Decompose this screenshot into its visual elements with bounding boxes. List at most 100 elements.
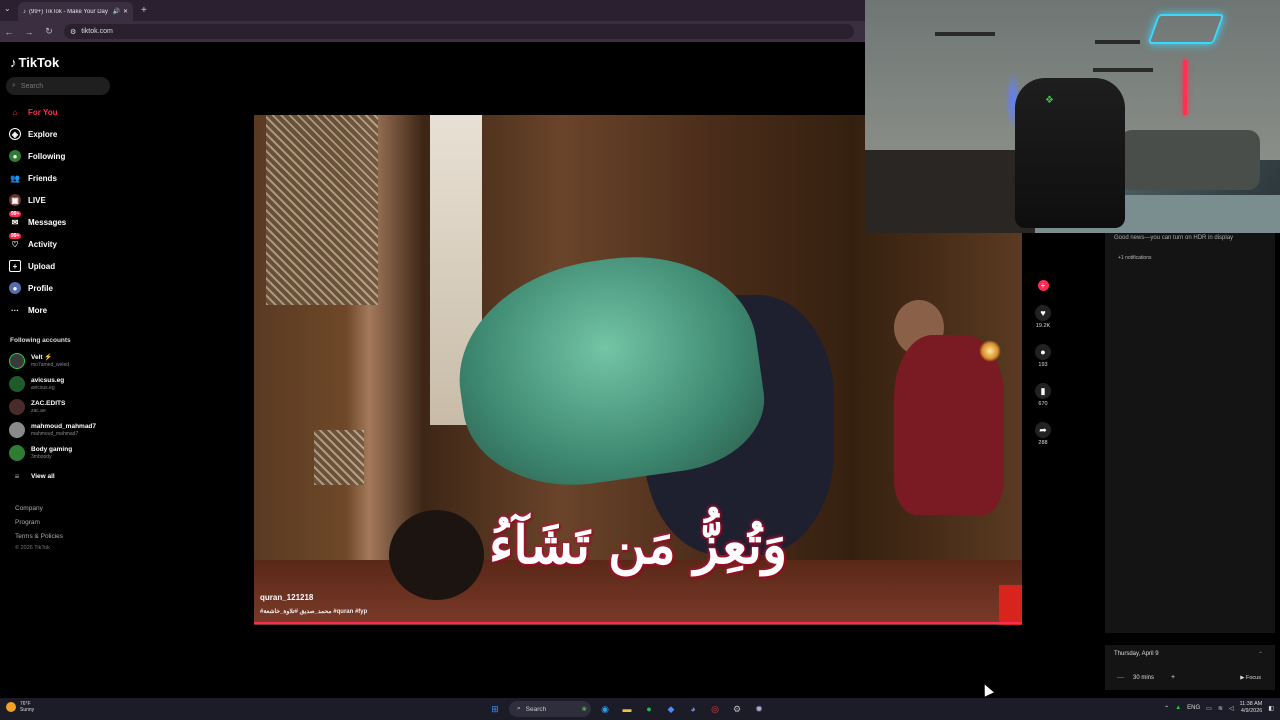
- chrome-icon[interactable]: ◎: [707, 701, 723, 717]
- video-red-object: [999, 585, 1022, 625]
- plus-icon: +: [1037, 280, 1049, 291]
- sidebar-item-label: For You: [28, 107, 58, 117]
- mouse-cursor-icon: [980, 682, 994, 697]
- video-second-person: [894, 335, 1004, 515]
- language-indicator[interactable]: ENG: [1187, 705, 1200, 711]
- sidebar-item-following[interactable]: ● Following: [9, 150, 65, 162]
- share-button[interactable]: ➦ 288: [1030, 422, 1056, 446]
- search-input[interactable]: ⌕ Search: [6, 77, 110, 95]
- comment-button[interactable]: ● 193: [1030, 344, 1056, 368]
- heart-icon: ♥: [1035, 305, 1051, 321]
- search-highlight-icon: ❀: [581, 706, 587, 713]
- sidebar-item-label: LIVE: [28, 195, 46, 205]
- account-name: avicsus.eg: [31, 377, 65, 384]
- nvidia-icon[interactable]: ▲: [1175, 705, 1181, 711]
- webcam-shelf: [935, 32, 995, 36]
- following-account[interactable]: avicsus.eg avicsus.eg: [9, 376, 64, 392]
- following-account[interactable]: mahmoud_mahmad7 mahmoud_mahmad7: [9, 422, 96, 438]
- sidebar-item-activity[interactable]: ♡ 99+ Activity: [9, 233, 57, 250]
- copilot-icon[interactable]: ◆: [663, 701, 679, 717]
- taskbar: 76°F Sunny ⊞ ⌕ Search ❀ ◉ ▬ ● ◆ ◕ ◎ ⚙ ✹ …: [0, 698, 1280, 720]
- friends-icon: 👥: [10, 173, 20, 183]
- save-button[interactable]: ▮ 670: [1030, 383, 1056, 407]
- increase-focus-button[interactable]: +: [1171, 674, 1175, 681]
- compass-icon: ◈: [9, 128, 21, 140]
- messages-icon: ✉ 99+: [9, 211, 22, 227]
- speaker-icon[interactable]: ◁: [1229, 705, 1234, 712]
- new-tab-button[interactable]: +: [141, 5, 147, 16]
- footer-terms-link[interactable]: Terms & Policies: [15, 533, 63, 540]
- speaker-icon[interactable]: 🔊: [112, 8, 119, 15]
- calendar-focus-panel: Thursday, April 9 ⌃ — 30 mins + ▶ Focus: [1105, 645, 1275, 690]
- tiktok-note-icon: ♪: [10, 55, 17, 70]
- tiktok-logo[interactable]: ♪ TikTok: [10, 55, 59, 70]
- reload-icon[interactable]: ↻: [44, 26, 54, 37]
- wifi-icon[interactable]: ≋: [1218, 705, 1223, 712]
- sidebar-item-profile[interactable]: ● Profile: [9, 282, 53, 294]
- video-username[interactable]: quran_121218: [260, 593, 313, 602]
- steam-icon[interactable]: ⚙: [729, 701, 745, 717]
- sidebar-item-upload[interactable]: + Upload: [9, 260, 55, 272]
- notification-bell-icon[interactable]: ◧: [1268, 705, 1274, 712]
- clock[interactable]: 11:38 AM 4/9/2026: [1239, 701, 1262, 715]
- forward-icon[interactable]: →: [24, 27, 34, 37]
- more-notifications[interactable]: +1 notifications: [1118, 255, 1152, 261]
- video-lattice-door: [266, 115, 378, 305]
- site-info-icon[interactable]: ⚙: [70, 28, 76, 36]
- save-count: 670: [1038, 401, 1048, 407]
- clock-time: 11:38 AM: [1239, 701, 1263, 707]
- discord-icon[interactable]: ◕: [685, 701, 701, 717]
- follow-button[interactable]: +: [1030, 280, 1056, 291]
- webcam-shelf: [1095, 40, 1140, 44]
- focus-button[interactable]: ▶ Focus: [1240, 675, 1261, 681]
- following-account[interactable]: Velt ⚡ mo7amed_weled: [9, 353, 69, 369]
- back-icon[interactable]: ←: [4, 27, 14, 37]
- comment-icon: ●: [1035, 344, 1051, 360]
- taskbar-apps: ⊞ ⌕ Search ❀ ◉ ▬ ● ◆ ◕ ◎ ⚙ ✹: [487, 701, 767, 717]
- taskbar-search[interactable]: ⌕ Search ❀: [509, 701, 591, 717]
- sidebar-item-friends[interactable]: 👥 Friends: [9, 172, 57, 184]
- footer-company-link[interactable]: Company: [15, 505, 43, 512]
- browser-tab[interactable]: ♪ (99+) TikTok - Make Your Day 🔊 ✕: [18, 2, 133, 21]
- sidebar-item-more[interactable]: ··· More: [9, 304, 47, 316]
- weather-widget[interactable]: 76°F Sunny: [6, 701, 34, 713]
- tab-menu-icon[interactable]: ⌄: [4, 4, 11, 13]
- settings-icon[interactable]: ✹: [751, 701, 767, 717]
- address-bar-row: ← → ↻ ⚙ tiktok.com: [0, 21, 865, 42]
- chevron-up-icon[interactable]: ⌃: [1258, 651, 1263, 658]
- browser-tab-bar: ⌄ ♪ (99+) TikTok - Make Your Day 🔊 ✕ +: [0, 0, 865, 21]
- windows-start-icon[interactable]: ⊞: [487, 701, 503, 717]
- monitor-icon[interactable]: ▭: [1206, 705, 1212, 712]
- clock-date: 4/9/2026: [1240, 708, 1263, 714]
- search-icon: ⌕: [12, 82, 16, 89]
- following-account[interactable]: Body gaming 3mboody: [9, 445, 72, 461]
- comment-count: 193: [1038, 362, 1048, 368]
- sidebar-item-messages[interactable]: ✉ 99+ Messages: [9, 211, 66, 228]
- video-progress-bar[interactable]: [254, 622, 1022, 624]
- hdr-notification[interactable]: Good news—you can turn on HDR in display: [1114, 235, 1233, 241]
- system-tray: ⌃ ▲ ENG ▭ ≋ ◁ 11:38 AM 4/9/2026 ◧: [1164, 701, 1274, 715]
- file-explorer-icon[interactable]: ▬: [619, 701, 635, 717]
- sidebar-item-for-you[interactable]: ⌂ For You: [9, 106, 58, 118]
- following-account[interactable]: ZAC.EDITS zac.ae: [9, 399, 65, 415]
- edge-icon[interactable]: ◉: [597, 701, 613, 717]
- address-bar[interactable]: ⚙ tiktok.com: [64, 24, 854, 39]
- tab-title: (99+) TikTok - Make Your Day: [29, 8, 108, 15]
- chevron-up-icon[interactable]: ⌃: [1164, 705, 1169, 712]
- sidebar-item-label: Activity: [28, 239, 57, 249]
- view-all-link[interactable]: ≡ View all: [9, 472, 55, 481]
- footer-program-link[interactable]: Program: [15, 519, 40, 526]
- close-tab-icon[interactable]: ✕: [123, 8, 128, 15]
- notification-panel: Good news—you can turn on HDR in display…: [1105, 233, 1275, 633]
- razer-logo-icon: ❖: [1045, 95, 1054, 106]
- live-icon: ▣: [9, 194, 21, 206]
- webcam-overlay: ❖: [865, 0, 1280, 233]
- sidebar-item-explore[interactable]: ◈ Explore: [9, 128, 57, 140]
- decrease-focus-button[interactable]: —: [1117, 674, 1124, 681]
- sidebar-item-live[interactable]: ▣ LIVE: [9, 194, 46, 206]
- weather-desc: Sunny: [20, 707, 35, 713]
- like-button[interactable]: ♥ 19.2K: [1030, 305, 1056, 329]
- spotify-icon[interactable]: ●: [641, 701, 657, 717]
- activity-icon: ♡ 99+: [9, 233, 22, 249]
- account-handle: avicsus.eg: [31, 385, 55, 391]
